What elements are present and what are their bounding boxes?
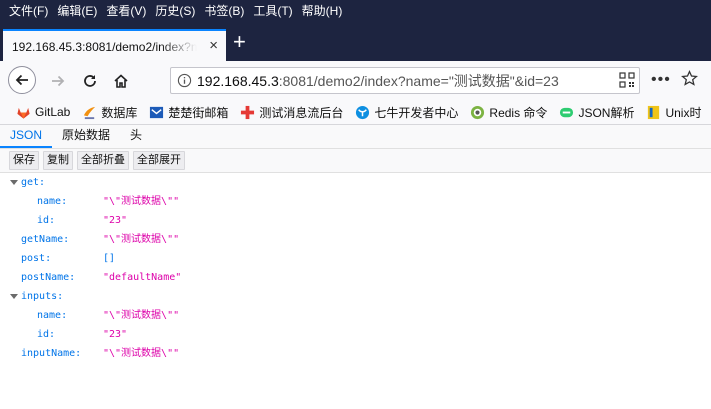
tree-row-get[interactable]: get: [0, 173, 711, 192]
bookmark-unix-time[interactable]: Unix时 [646, 104, 701, 121]
save-button[interactable]: 保存 [9, 151, 39, 170]
tree-key: postName: [21, 272, 76, 283]
tab-json[interactable]: JSON [0, 125, 53, 148]
home-button[interactable] [108, 68, 134, 94]
tree-value: "23" [103, 215, 128, 226]
bookmark-label: 数据库 [101, 105, 138, 120]
menu-history[interactable]: 历史(S) [146, 0, 195, 22]
tree-row[interactable]: post: [] [0, 249, 711, 268]
browser-tab[interactable]: 192.168.45.3:8081/demo2/index?name="测试数据… [3, 29, 226, 61]
copy-button[interactable]: 复制 [43, 151, 73, 170]
menu-bookmarks[interactable]: 书签(B) [195, 0, 244, 22]
tree-key: id: [37, 329, 56, 340]
arrow-right-icon [52, 75, 65, 87]
bookmark-json-parser[interactable]: JSON解析 [559, 104, 634, 121]
json-toolbar: 保存 复制 全部折叠 全部展开 [0, 149, 711, 173]
page-actions-button[interactable]: ••• [651, 71, 671, 89]
tree-row[interactable]: id: "23" [0, 211, 711, 230]
tree-value: "\"测试数据\"" [103, 310, 180, 321]
tree-key: inputs: [21, 291, 64, 302]
bookmark-label: Redis 命令 [489, 105, 548, 120]
tree-row[interactable]: id: "23" [0, 325, 711, 344]
json-tree: get: name: "\"测试数据\"" id: "23" getName: … [0, 173, 711, 363]
bookmark-label: 楚楚街邮箱 [168, 105, 229, 120]
forward-button[interactable] [45, 68, 71, 94]
tab-close-button[interactable]: × [209, 37, 218, 54]
url-bar[interactable]: 192.168.45.3:8081/demo2/index?name="测试数据… [170, 67, 640, 94]
bookmark-gitlab[interactable]: GitLab [16, 105, 70, 120]
bookmark-label: JSON解析 [578, 105, 635, 120]
tree-row[interactable]: getName: "\"测试数据\"" [0, 230, 711, 249]
menu-file[interactable]: 文件(F) [0, 0, 48, 22]
nav-bar: 192.168.45.3:8081/demo2/index?name="测试数据… [0, 61, 711, 100]
qiniu-icon [355, 105, 370, 120]
bookmark-mail[interactable]: 楚楚街邮箱 [149, 104, 228, 121]
menu-view[interactable]: 查看(V) [97, 0, 146, 22]
tab-title: 192.168.45.3:8081/demo2/index?name="测试数据… [12, 39, 197, 54]
qr-code-icon[interactable] [619, 72, 635, 93]
new-tab-button[interactable]: + [233, 31, 246, 53]
reload-button[interactable] [77, 68, 103, 94]
expand-all-button[interactable]: 全部展开 [133, 151, 185, 170]
bookmark-test-messages[interactable]: 测试消息流后台 [240, 104, 343, 121]
menu-edit[interactable]: 编辑(E) [48, 0, 97, 22]
tree-row[interactable]: name: "\"测试数据\"" [0, 306, 711, 325]
bookmark-redis[interactable]: Redis 命令 [470, 104, 547, 121]
menu-tools[interactable]: 工具(T) [244, 0, 292, 22]
tree-row[interactable]: postName: "defaultName" [0, 268, 711, 287]
tree-key: post: [21, 253, 52, 264]
collapse-all-button[interactable]: 全部折叠 [77, 151, 129, 170]
unix-time-icon [646, 105, 661, 120]
tree-row[interactable]: name: "\"测试数据\"" [0, 192, 711, 211]
expand-arrow-icon[interactable] [10, 180, 18, 185]
menu-help[interactable]: 帮助(H) [293, 0, 343, 22]
tree-value: "defaultName" [103, 272, 182, 283]
bookmark-label: 测试消息流后台 [259, 105, 344, 120]
tree-key: get: [21, 177, 46, 188]
back-button[interactable] [8, 66, 36, 94]
tree-key: getName: [21, 234, 70, 245]
tree-key: id: [37, 215, 56, 226]
tree-value: "23" [103, 329, 128, 340]
bookmark-label: Unix时 [665, 105, 702, 120]
tab-headers[interactable]: 头 [120, 125, 152, 148]
redis-icon [470, 105, 485, 120]
arrow-left-icon [15, 74, 28, 86]
tab-raw-data[interactable]: 原始数据 [52, 125, 120, 148]
bookmark-star-icon[interactable] [681, 70, 698, 92]
bookmark-label: GitLab [35, 105, 71, 119]
reload-icon [84, 75, 96, 87]
tree-value: "\"测试数据\"" [103, 234, 180, 245]
tree-value: "\"测试数据\"" [103, 348, 180, 359]
phpmyadmin-icon [82, 105, 97, 120]
mail-icon [149, 105, 164, 120]
tab-strip: 192.168.45.3:8081/demo2/index?name="测试数据… [0, 22, 711, 61]
tree-row[interactable]: inputName: "\"测试数据\"" [0, 344, 711, 363]
tree-key: name: [37, 310, 68, 321]
tree-value: [] [103, 253, 116, 264]
bookmark-database[interactable]: 数据库 [82, 104, 137, 121]
bookmark-label: 七牛开发者中心 [374, 105, 459, 120]
url-host: 192.168.45.3 [197, 72, 279, 89]
menu-bar: 文件(F) 编辑(E) 查看(V) 历史(S) 书签(B) 工具(T) 帮助(H… [0, 0, 711, 22]
bookmarks-bar: GitLab 数据库 楚楚街邮箱 测试消息流后台 七牛开发者中心 Redis 命… [0, 100, 711, 125]
json-icon [559, 105, 574, 120]
gitlab-icon [16, 105, 31, 120]
url-path: :8081/demo2/index?name="测试数据"&id=23 [278, 72, 559, 89]
plus-icon [240, 105, 255, 120]
tree-row-inputs[interactable]: inputs: [0, 287, 711, 306]
info-icon[interactable] [171, 73, 197, 88]
json-viewer-tabs: JSON 原始数据 头 [0, 125, 711, 149]
tree-key: name: [37, 196, 68, 207]
expand-arrow-icon[interactable] [10, 294, 18, 299]
home-icon [114, 74, 128, 88]
tree-value: "\"测试数据\"" [103, 196, 180, 207]
bookmark-qiniu[interactable]: 七牛开发者中心 [355, 104, 458, 121]
url-text: 192.168.45.3:8081/demo2/index?name="测试数据… [197, 71, 559, 91]
tree-key: inputName: [21, 348, 82, 359]
